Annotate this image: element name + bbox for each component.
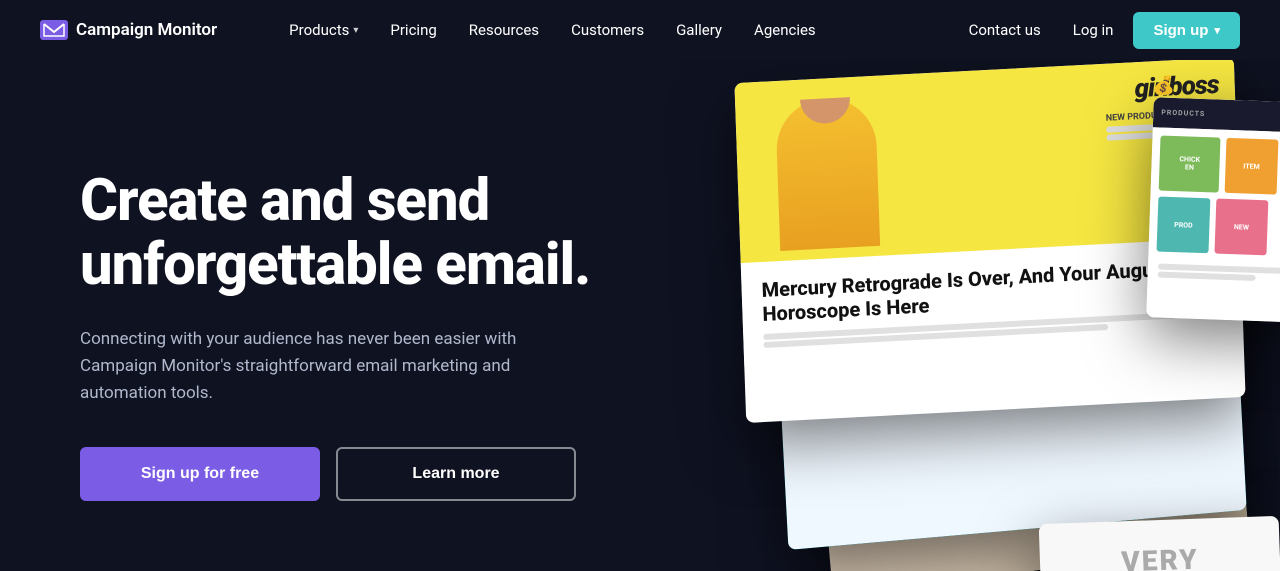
login-link[interactable]: Log in bbox=[1061, 13, 1126, 47]
signup-chevron-icon: ▾ bbox=[1214, 24, 1220, 37]
logo[interactable]: Campaign Monitor bbox=[40, 20, 217, 40]
brand-name: Campaign Monitor bbox=[76, 20, 217, 40]
hero-content: Create and send unforgettable email. Con… bbox=[80, 170, 660, 501]
hero-section: Create and send unforgettable email. Con… bbox=[0, 60, 1280, 571]
products-chevron-icon: ▾ bbox=[353, 25, 358, 36]
nav-agencies[interactable]: Agencies bbox=[742, 13, 828, 47]
nav-resources[interactable]: Resources bbox=[457, 13, 551, 47]
learn-more-button[interactable]: Learn more bbox=[336, 447, 576, 501]
nav-right: Contact us Log in Sign up ▾ bbox=[957, 12, 1240, 49]
nav-gallery[interactable]: Gallery bbox=[664, 13, 734, 47]
signup-button[interactable]: Sign up ▾ bbox=[1133, 12, 1240, 49]
hero-subtitle: Connecting with your audience has never … bbox=[80, 326, 580, 408]
email-stack: LIVERY CHICKRANGE bbox=[740, 60, 1280, 571]
navbar: Campaign Monitor Products ▾ Pricing Reso… bbox=[0, 0, 1280, 60]
logo-icon bbox=[40, 20, 68, 40]
email-card-products: PRODUCTS CHICKEN ITEM PROD bbox=[1146, 97, 1280, 322]
email-card-discovery: VERY bbox=[1039, 516, 1280, 571]
contact-link[interactable]: Contact us bbox=[957, 13, 1053, 47]
nav-links: Products ▾ Pricing Resources Customers G… bbox=[277, 13, 956, 47]
nav-products[interactable]: Products ▾ bbox=[277, 13, 370, 47]
discovery-label: VERY bbox=[1121, 542, 1199, 571]
hero-buttons: Sign up for free Learn more bbox=[80, 447, 660, 501]
nav-customers[interactable]: Customers bbox=[559, 13, 656, 47]
hero-title: Create and send unforgettable email. bbox=[80, 170, 660, 298]
hero-visual: LIVERY CHICKRANGE bbox=[740, 60, 1280, 571]
nav-pricing[interactable]: Pricing bbox=[378, 13, 448, 47]
signup-free-button[interactable]: Sign up for free bbox=[80, 447, 320, 501]
